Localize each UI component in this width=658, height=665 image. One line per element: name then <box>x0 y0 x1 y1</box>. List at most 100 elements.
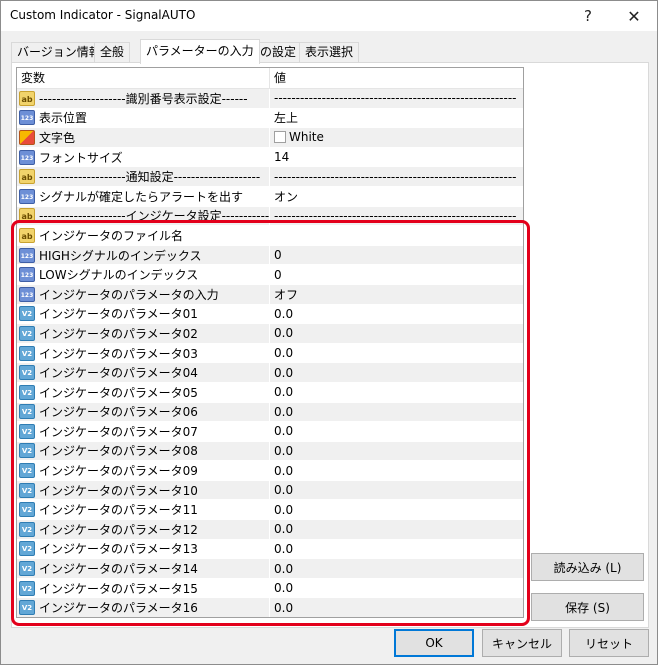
table-row[interactable]: V2 インジケータのパラメータ08 0.0 <box>17 441 523 462</box>
variable-cell: V2 インジケータのパラメータ13 <box>17 539 270 559</box>
table-row[interactable]: 123 表示位置 左上 <box>17 108 523 129</box>
variable-cell: ab --------------------インジケータ設定----------… <box>17 206 270 226</box>
variable-name: インジケータのパラメータ16 <box>39 601 198 616</box>
double-type-icon: V2 <box>19 502 35 518</box>
table-row[interactable]: ab インジケータのファイル名 <box>17 226 523 246</box>
table-row[interactable]: V2 インジケータのパラメータ07 0.0 <box>17 422 523 442</box>
table-row[interactable]: 123 インジケータのパラメータの入力 オフ <box>17 284 523 305</box>
value-cell[interactable]: ----------------------------------------… <box>270 89 523 108</box>
variable-cell: ab --------------------通知設定--------------… <box>17 167 270 186</box>
table-row[interactable]: V2 インジケータのパラメータ10 0.0 <box>17 480 523 501</box>
table-row[interactable]: 123 フォントサイズ 14 <box>17 147 523 168</box>
value-cell[interactable]: 0 <box>270 265 523 284</box>
value-cell[interactable]: 0.0 <box>270 500 523 519</box>
ok-button[interactable]: OK <box>394 629 474 657</box>
table-row[interactable]: 123 HIGHシグナルのインデックス 0 <box>17 245 523 266</box>
table-row[interactable]: V2 インジケータのパラメータ03 0.0 <box>17 343 523 364</box>
table-row[interactable]: V2 インジケータのパラメータ05 0.0 <box>17 382 523 403</box>
table-row[interactable]: V2 インジケータのパラメータ04 0.0 <box>17 363 523 383</box>
header-variable[interactable]: 変数 <box>17 68 270 88</box>
table-row[interactable]: V2 インジケータのパラメータ02 0.0 <box>17 324 523 344</box>
parameter-grid[interactable]: 変数 値 ab --------------------識別番号表示設定-----… <box>16 67 524 618</box>
save-button[interactable]: 保存 (S) <box>531 593 644 621</box>
variable-cell: V2 インジケータのパラメータ09 <box>17 461 270 480</box>
value-cell[interactable]: 左上 <box>270 109 523 128</box>
tab-parameters[interactable]: パラメーターの入力 <box>140 39 260 64</box>
variable-value: 0.0 <box>274 483 294 498</box>
value-cell[interactable]: 0.0 <box>270 305 523 324</box>
value-cell[interactable]: 14 <box>270 148 523 167</box>
value-cell[interactable] <box>270 226 523 245</box>
table-row[interactable]: 123 LOWシグナルのインデックス 0 <box>17 265 523 285</box>
value-cell[interactable]: 0.0 <box>270 442 523 461</box>
table-row[interactable]: V2 インジケータのパラメータ14 0.0 <box>17 559 523 579</box>
dialog-window: Custom Indicator - SignalAUTO ? ✕ バージョン情… <box>0 0 658 665</box>
value-cell[interactable]: 0.0 <box>270 363 523 382</box>
value-cell[interactable]: 0.0 <box>270 422 523 441</box>
variable-cell: ab --------------------識別番号表示設定------ <box>17 89 270 108</box>
table-row[interactable]: V2 インジケータのパラメータ13 0.0 <box>17 539 523 560</box>
table-row[interactable]: V2 インジケータのパラメータ16 0.0 <box>17 598 523 617</box>
value-cell[interactable]: 0.0 <box>270 324 523 343</box>
integer-type-icon: 123 <box>19 286 35 302</box>
value-cell[interactable]: ----------------------------------------… <box>270 167 523 186</box>
value-cell[interactable]: 0.0 <box>270 579 523 598</box>
table-row[interactable]: V2 インジケータのパラメータ12 0.0 <box>17 520 523 540</box>
table-row[interactable]: V2 インジケータのパラメータ15 0.0 <box>17 578 523 599</box>
variable-value: 0.0 <box>274 600 294 615</box>
value-cell[interactable]: オフ <box>270 285 523 304</box>
variable-cell: V2 インジケータのパラメータ12 <box>17 520 270 539</box>
close-button[interactable]: ✕ <box>611 1 657 31</box>
value-cell[interactable]: 0.0 <box>270 598 523 617</box>
variable-value: オフ <box>274 287 299 302</box>
variable-name: シグナルが確定したらアラートを出す <box>39 189 244 204</box>
double-type-icon: V2 <box>19 521 35 537</box>
variable-name: インジケータのパラメータ03 <box>39 346 198 361</box>
value-cell[interactable]: White <box>270 128 523 147</box>
value-cell[interactable]: 0.0 <box>270 383 523 402</box>
table-row[interactable]: V2 インジケータのパラメータ11 0.0 <box>17 500 523 521</box>
variable-name: インジケータのパラメータ15 <box>39 581 198 596</box>
string-type-icon: ab <box>19 169 35 185</box>
table-row[interactable]: V2 インジケータのパラメータ06 0.0 <box>17 402 523 423</box>
integer-type-icon: 123 <box>19 110 35 126</box>
variable-cell: V2 インジケータのパラメータ01 <box>17 304 270 324</box>
table-row[interactable]: V2 インジケータのパラメータ01 0.0 <box>17 304 523 325</box>
variable-name: インジケータのパラメータ04 <box>39 366 198 381</box>
table-row[interactable]: ab --------------------識別番号表示設定------ ----… <box>17 89 523 109</box>
value-cell[interactable]: 0.0 <box>270 403 523 422</box>
tab-display-select[interactable]: 表示選択 <box>299 42 360 63</box>
table-row[interactable]: 文字色 White <box>17 128 523 148</box>
double-type-icon: V2 <box>19 580 35 596</box>
table-row[interactable]: V2 インジケータのパラメータ09 0.0 <box>17 461 523 481</box>
variable-value: 0.0 <box>274 561 294 576</box>
value-cell[interactable]: 0 <box>270 246 523 265</box>
variable-cell: V2 インジケータのパラメータ02 <box>17 324 270 343</box>
value-cell[interactable]: オン <box>270 187 523 206</box>
value-cell[interactable]: 0.0 <box>270 559 523 578</box>
table-row[interactable]: ab --------------------通知設定--------------… <box>17 167 523 187</box>
value-cell[interactable]: 0.0 <box>270 461 523 480</box>
load-button[interactable]: 読み込み (L) <box>531 553 644 581</box>
value-cell[interactable]: ----------------------------------------… <box>270 207 523 226</box>
value-cell[interactable]: 0.0 <box>270 344 523 363</box>
table-row[interactable]: 123 シグナルが確定したらアラートを出す オン <box>17 186 523 207</box>
reset-button[interactable]: リセット <box>569 629 649 657</box>
value-cell[interactable]: 0.0 <box>270 540 523 559</box>
variable-name: インジケータのパラメータ08 <box>39 444 198 459</box>
tab-version-info[interactable]: バージョン情報 <box>11 42 107 63</box>
title-bar: Custom Indicator - SignalAUTO ? ✕ <box>1 1 657 31</box>
table-row[interactable]: ab --------------------インジケータ設定----------… <box>17 206 523 227</box>
integer-type-icon: 123 <box>19 188 35 204</box>
value-cell[interactable]: 0.0 <box>270 481 523 500</box>
variable-name: インジケータのパラメータ13 <box>39 542 198 557</box>
tab-general[interactable]: 全般 <box>94 42 131 63</box>
variable-name: インジケータのパラメータ14 <box>39 562 198 577</box>
variable-cell: V2 インジケータのパラメータ06 <box>17 402 270 422</box>
variable-name: HIGHシグナルのインデックス <box>39 248 202 263</box>
help-button[interactable]: ? <box>565 1 611 31</box>
double-type-icon: V2 <box>19 423 35 439</box>
value-cell[interactable]: 0.0 <box>270 520 523 539</box>
header-value[interactable]: 値 <box>270 68 523 88</box>
cancel-button[interactable]: キャンセル <box>482 629 562 657</box>
